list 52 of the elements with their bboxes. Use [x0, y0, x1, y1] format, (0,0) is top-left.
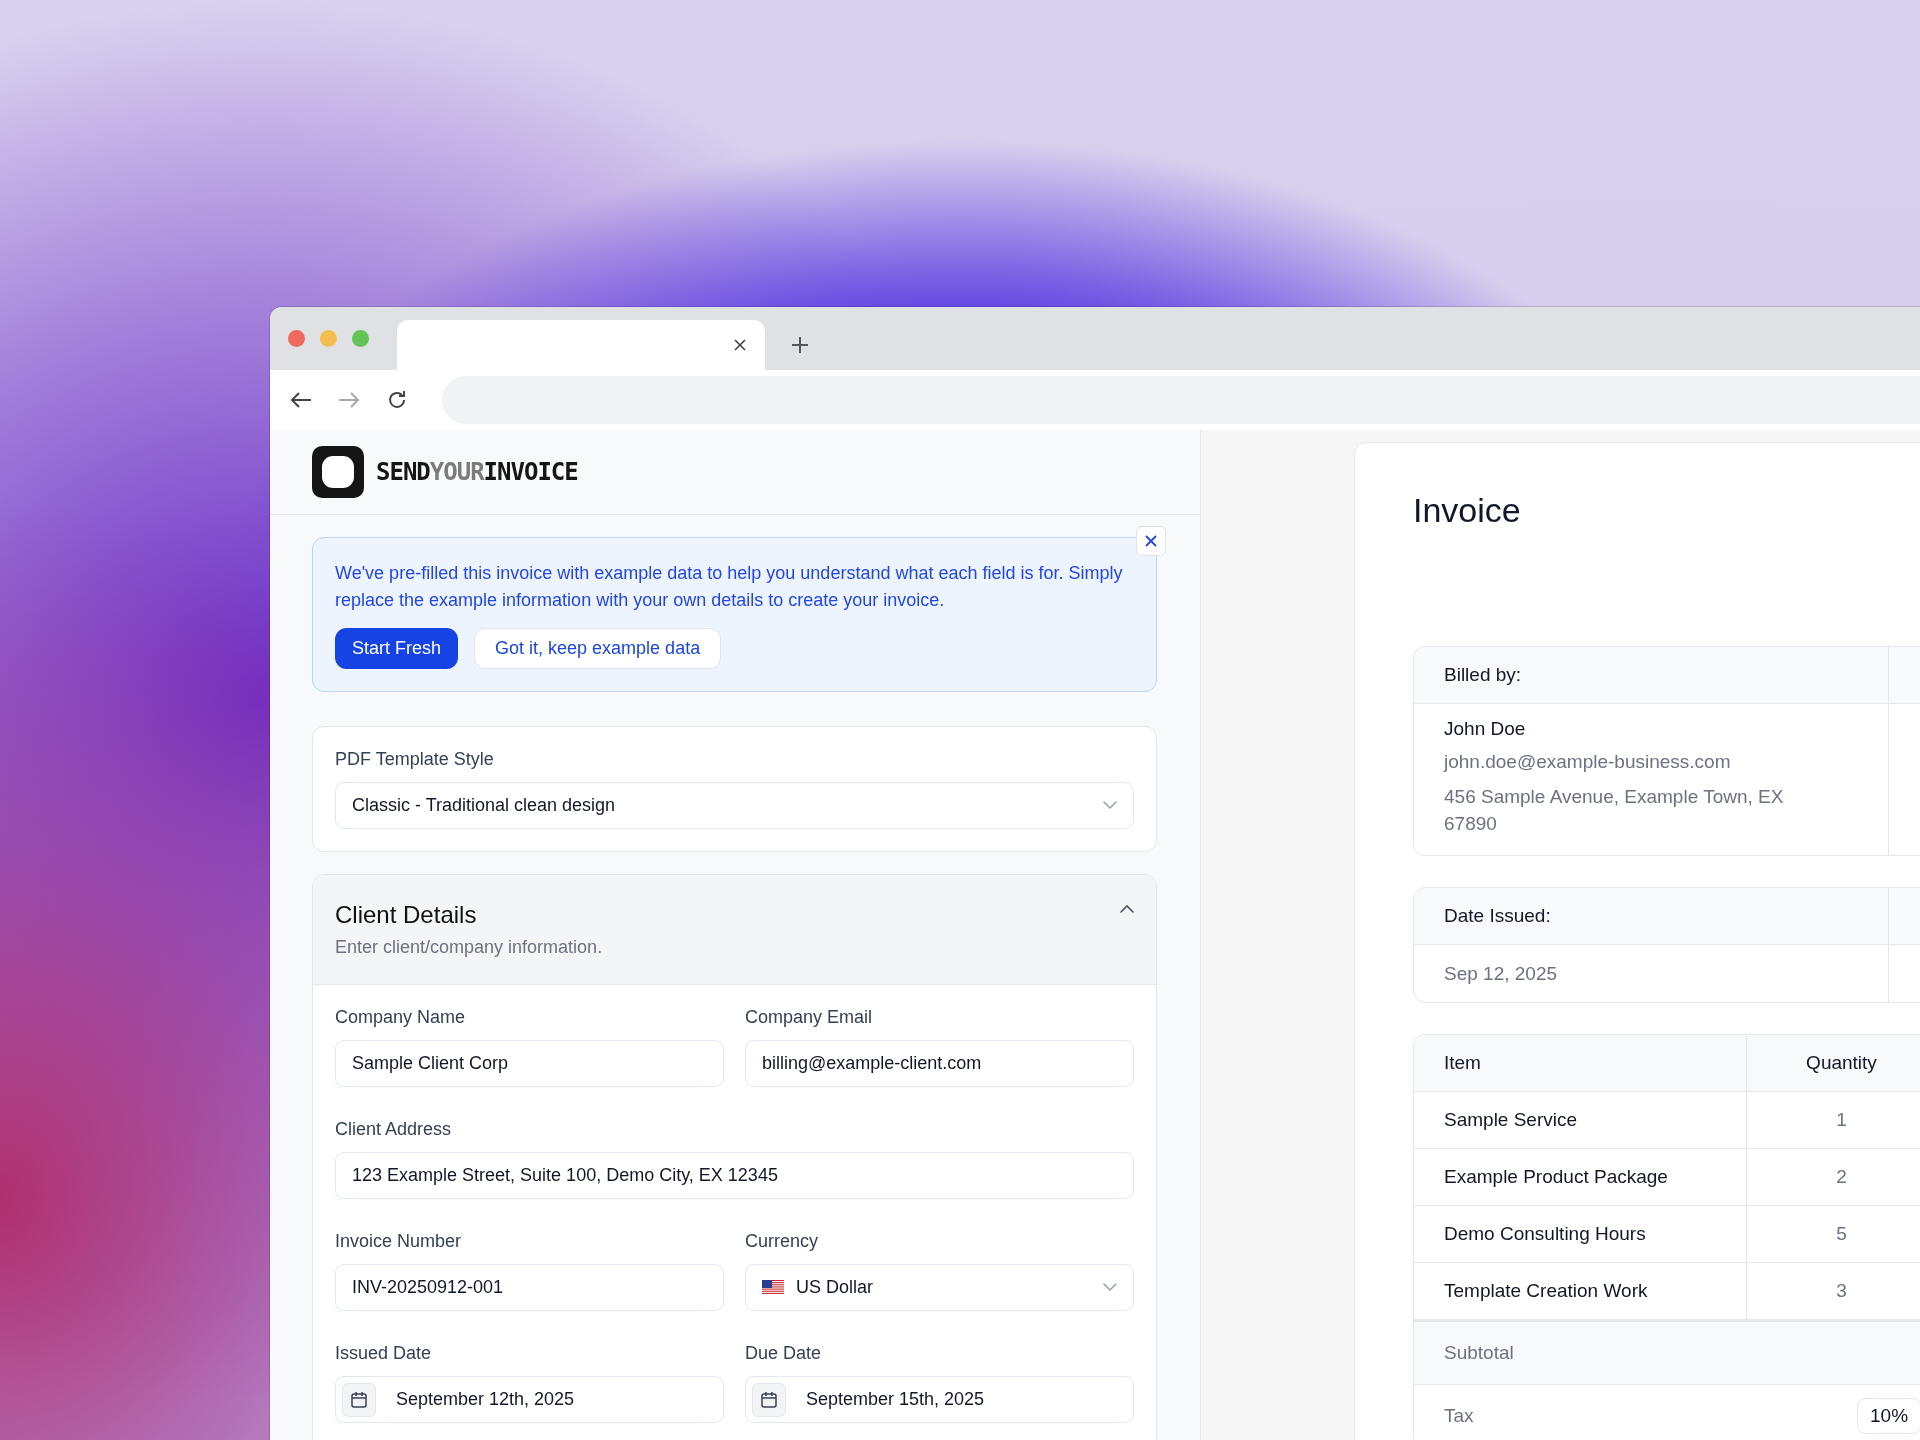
start-fresh-button[interactable]: Start Fresh [335, 628, 459, 669]
chevron-up-icon [1120, 904, 1134, 913]
field-label: PDF Template Style [335, 749, 495, 770]
section-title: Client Details [335, 901, 477, 929]
text-field[interactable]: INV-20250912-001 [335, 1264, 724, 1311]
date-field[interactable]: September 15th, 2025 [745, 1376, 1134, 1423]
invoice-title: Invoice [1413, 491, 1522, 530]
sender-name: John Doe [1444, 718, 1527, 740]
table-cell: Sample Service [1414, 1092, 1746, 1149]
keep-data-button[interactable]: Got it, keep example data [474, 628, 722, 669]
currency-dropdown[interactable]: US Dollar [745, 1264, 1134, 1311]
subtotal-label: Subtotal [1444, 1342, 1514, 1364]
logo-icon [312, 446, 364, 498]
sender-email: john.doe@example-business.com [1444, 750, 1732, 774]
column-header: Item [1414, 1035, 1746, 1092]
chevron-down-icon [1103, 1283, 1117, 1292]
table-cell: 5 [1746, 1206, 1920, 1263]
table-cell: Example Product Package [1414, 1149, 1746, 1206]
chevron-down-icon [1103, 801, 1117, 810]
text-field[interactable]: 123 Example Street, Suite 100, Demo City, EX 12345 [335, 1152, 1134, 1199]
tax-label: Tax [1444, 1405, 1475, 1427]
brand-wordmark: SENDYOURINVOICE [376, 458, 578, 486]
sender-address: 456 Sample Avenue, Example Town, EX 67890 [1444, 785, 1785, 836]
table-header: Date Issued: [1414, 888, 1888, 945]
close-icon[interactable] [733, 338, 747, 352]
field-label: Currency [745, 1231, 820, 1252]
close-button[interactable] [1136, 526, 1166, 556]
column-header: Quantity [1746, 1035, 1920, 1092]
section-subtitle: Enter client/company information. [335, 937, 604, 958]
field-label: Due Date [745, 1343, 823, 1364]
field-label: Issued Date [335, 1343, 433, 1364]
field-label: Company Email [745, 1007, 874, 1028]
calendar-icon [350, 1390, 368, 1409]
table-cell: 2 [1746, 1149, 1920, 1206]
table-cell: Demo Consulting Hours [1414, 1206, 1746, 1263]
table-cell-text: Sep 12, 2025 [1443, 962, 1559, 986]
field-label: Client Address [335, 1119, 453, 1140]
info-message: We've pre-filled this invoice with example data to help you understand what each field is for. Simply replace the example information with your own details to create your invoice. [335, 562, 1124, 612]
table-cell: 1 [1746, 1092, 1920, 1149]
template-dropdown[interactable]: Classic - Traditional clean design [335, 782, 1134, 829]
field-label: Invoice Number [335, 1231, 463, 1252]
flag-icon [762, 1280, 784, 1295]
back-arrow-icon[interactable] [290, 391, 312, 409]
calendar-icon [760, 1390, 778, 1409]
new-tab-icon[interactable] [791, 336, 809, 354]
text-field[interactable]: billing@example-client.com [745, 1040, 1134, 1087]
table-header: Billed by: [1414, 647, 1888, 704]
reload-icon[interactable] [386, 389, 408, 411]
text-field[interactable]: Sample Client Corp [335, 1040, 724, 1087]
field-label: Company Name [335, 1007, 467, 1028]
close-icon [1144, 534, 1158, 548]
date-field[interactable]: September 12th, 2025 [335, 1376, 724, 1423]
